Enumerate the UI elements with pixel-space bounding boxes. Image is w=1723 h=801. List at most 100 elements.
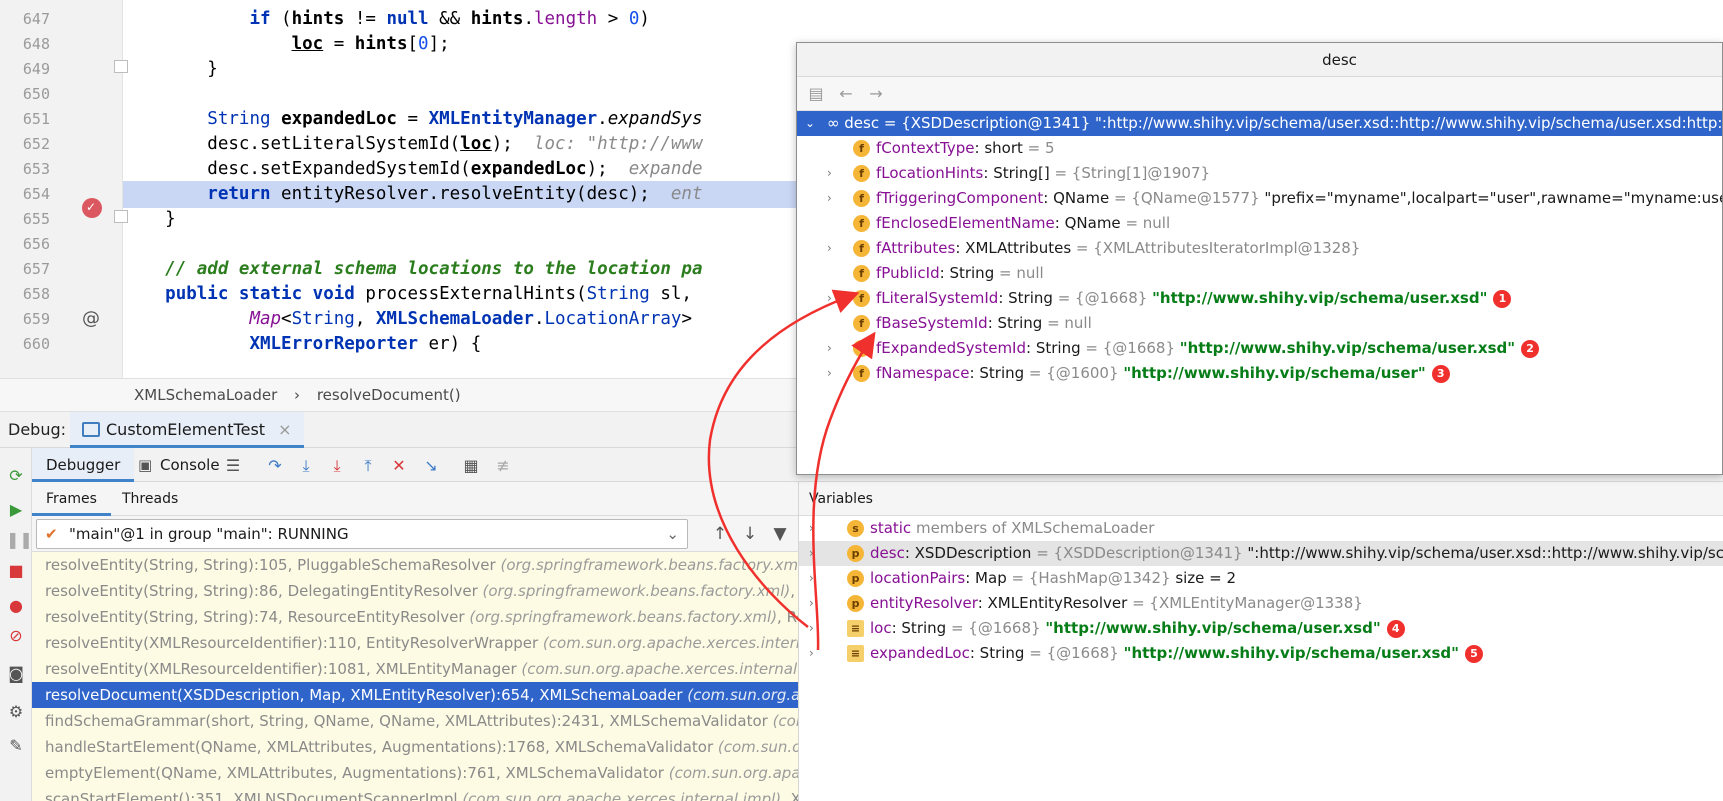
stop-icon[interactable]: ■ (6, 561, 26, 581)
frame-row[interactable]: emptyElement(QName, XMLAttributes, Augme… (32, 760, 798, 786)
variable-row[interactable]: › ≡ loc: String = {@1668} "http://www.shih… (799, 616, 1723, 641)
expand-chevron-icon[interactable]: › (809, 516, 814, 541)
trace-stream-icon[interactable]: ≢ (492, 455, 514, 477)
frame-row[interactable]: scanStartElement():351, XMLNSDocumentSca… (32, 786, 798, 801)
tab-debugger[interactable]: Debugger (32, 448, 135, 482)
thread-selector-dropdown[interactable]: ✔ "main"@1 in group "main": RUNNING ⌄ (36, 519, 688, 549)
code-line[interactable]: if (hints != null && hints.length > 0) (123, 6, 1723, 33)
pin-icon[interactable]: ✎ (6, 736, 26, 756)
line-number[interactable]: 647 (0, 6, 50, 33)
var-name: loc (870, 619, 892, 637)
evaluate-expression-icon[interactable]: ▦ (460, 455, 482, 477)
popup-field-row[interactable]: › f fNamespace: String = {@1600} "http://w… (797, 361, 1722, 386)
popup-field-row[interactable]: › f fAttributes: XMLAttributes = {XMLAttri… (797, 236, 1722, 261)
force-step-into-icon[interactable]: ⤓ (326, 455, 348, 477)
local-variable-icon: ≡ (847, 645, 864, 662)
rerun-icon[interactable]: ⟳ (6, 466, 26, 486)
tab-threads[interactable]: Threads (108, 482, 192, 516)
inspect-popup: desc ▤ ← → ⌄ ∞ desc = {XSDDescription@134… (796, 42, 1723, 475)
fold-marker[interactable] (114, 60, 128, 73)
var-name: desc (844, 114, 880, 132)
var-value: members of XMLSchemaLoader (915, 519, 1155, 537)
line-number[interactable]: 652 (0, 131, 50, 158)
var-type: : String (891, 619, 947, 637)
popup-field-row[interactable]: › f fTriggeringComponent: QName = {QName@1… (797, 186, 1722, 211)
popup-field-row[interactable]: › f fExpandedSystemId: String = {@1668} "h… (797, 336, 1722, 361)
variable-row[interactable]: › p locationPairs: Map = {HashMap@1342} si… (799, 566, 1723, 591)
popup-field-row[interactable]: f fBaseSystemId: String = null (797, 311, 1722, 336)
mute-breakpoints-icon[interactable]: ⊘ (6, 626, 26, 646)
line-number[interactable]: 659 (0, 306, 50, 333)
line-number[interactable]: 653 (0, 156, 50, 183)
forward-arrow-icon[interactable]: → (865, 83, 887, 105)
popup-field-row[interactable]: › f fLocationHints: String[] = {String[1]@… (797, 161, 1722, 186)
variable-row[interactable]: › s static members of XMLSchemaLoader (799, 516, 1723, 541)
breadcrumb-separator: › (294, 386, 301, 404)
previous-frame-arrow-icon[interactable]: ↑ (708, 522, 732, 546)
line-number[interactable]: 660 (0, 331, 50, 358)
expand-chevron-icon[interactable]: › (809, 541, 814, 566)
expand-chevron-icon[interactable]: › (809, 616, 814, 641)
settings-gear-icon[interactable]: ⚙ (6, 702, 26, 722)
line-number[interactable]: 651 (0, 106, 50, 133)
step-out-icon[interactable]: ⤒ (357, 455, 379, 477)
chevron-down-icon[interactable]: ⌄ (805, 111, 815, 136)
line-number[interactable]: 650 (0, 81, 50, 108)
run-to-cursor-icon[interactable]: ↘ (420, 455, 442, 477)
frame-row[interactable]: resolveEntity(XMLResourceIdentifier):110… (32, 630, 798, 656)
thread-selector-row: ✔ "main"@1 in group "main": RUNNING ⌄ ↑ … (32, 516, 798, 552)
step-over-icon[interactable]: ↷ (264, 455, 286, 477)
expand-chevron-icon[interactable]: › (827, 161, 832, 186)
frame-row[interactable]: resolveEntity(XMLResourceIdentifier):108… (32, 656, 798, 682)
expand-chevron-icon[interactable]: › (827, 336, 832, 361)
frame-row[interactable]: findSchemaGrammar(short, String, QName, … (32, 708, 798, 734)
expand-chevron-icon[interactable]: › (809, 566, 814, 591)
line-number[interactable]: 649 (0, 56, 50, 83)
step-into-icon[interactable]: ⤓ (295, 455, 317, 477)
close-tab-icon[interactable]: × (278, 420, 291, 439)
jump-to-source-icon[interactable]: ▤ (805, 83, 827, 105)
variable-row[interactable]: › p desc: XSDDescription = {XSDDescription… (799, 541, 1723, 566)
line-number[interactable]: 655 (0, 206, 50, 233)
popup-field-row[interactable]: › f fLiteralSystemId: String = {@1668} "ht… (797, 286, 1722, 311)
popup-field-row[interactable]: f fEnclosedElementName: QName = null (797, 211, 1722, 236)
expand-chevron-icon[interactable]: › (827, 236, 832, 261)
pause-icon[interactable]: ❚❚ (6, 530, 33, 550)
line-number[interactable]: 658 (0, 281, 50, 308)
line-number[interactable]: 648 (0, 31, 50, 58)
breadcrumb-class[interactable]: XMLSchemaLoader (134, 386, 277, 404)
filter-icon[interactable]: ▼ (768, 522, 792, 546)
popup-root-row[interactable]: ⌄ ∞ desc = {XSDDescription@1341} ":http:/… (797, 111, 1722, 136)
expand-chevron-icon[interactable]: › (809, 641, 814, 666)
breadcrumb-method[interactable]: resolveDocument() (317, 386, 461, 404)
expand-chevron-icon[interactable]: › (827, 286, 832, 311)
next-frame-arrow-icon[interactable]: ↓ (738, 522, 762, 546)
frame-row[interactable]: resolveEntity(String, String):74, Resour… (32, 604, 798, 630)
frame-row[interactable]: resolveEntity(String, String):105, Plugg… (32, 552, 798, 578)
camera-icon[interactable]: ◙ (6, 664, 26, 684)
editor-gutter[interactable]: 647 648 649 650 651 652 653 654 655 656 657 658 659 6… (0, 0, 123, 378)
back-arrow-icon[interactable]: ← (835, 83, 857, 105)
line-number[interactable]: 654 (0, 181, 50, 208)
expand-chevron-icon[interactable]: › (809, 591, 814, 616)
frame-row-selected[interactable]: resolveDocument(XSDDescription, Map, XML… (32, 682, 798, 708)
chevron-down-icon: ⌄ (666, 525, 679, 543)
resume-icon[interactable]: ▶ (6, 500, 26, 520)
tab-console[interactable]: ▣ Console (128, 448, 234, 482)
run-config-tab[interactable]: CustomElementTest × (70, 412, 304, 448)
frame-row[interactable]: resolveEntity(String, String):86, Delega… (32, 578, 798, 604)
drop-frame-icon[interactable]: ✕ (388, 455, 410, 477)
tab-frames[interactable]: Frames (32, 482, 111, 516)
variable-row[interactable]: › p entityResolver: XMLEntityResolver = {X… (799, 591, 1723, 616)
layout-menu-icon[interactable]: ☰ (222, 455, 244, 477)
popup-field-row[interactable]: f fPublicId: String = null (797, 261, 1722, 286)
view-breakpoints-icon[interactable]: ● (6, 596, 26, 616)
frame-row[interactable]: handleStartElement(QName, XMLAttributes,… (32, 734, 798, 760)
fold-marker[interactable] (114, 210, 128, 223)
expand-chevron-icon[interactable]: › (827, 186, 832, 211)
line-number[interactable]: 656 (0, 231, 50, 258)
popup-field-row[interactable]: f fContextType: short = 5 (797, 136, 1722, 161)
expand-chevron-icon[interactable]: › (827, 361, 832, 386)
variable-row[interactable]: › ≡ expandedLoc: String = {@1668} "http://… (799, 641, 1723, 666)
line-number[interactable]: 657 (0, 256, 50, 283)
